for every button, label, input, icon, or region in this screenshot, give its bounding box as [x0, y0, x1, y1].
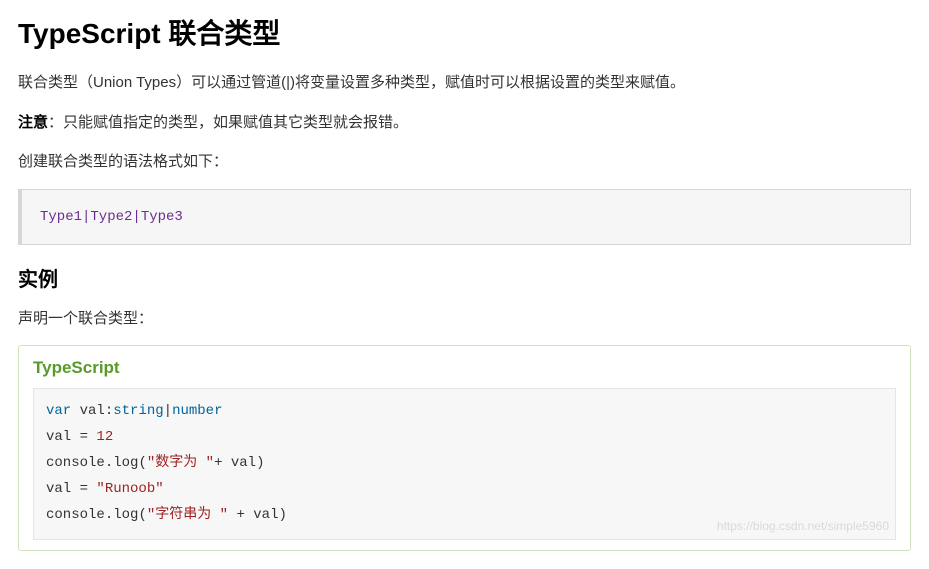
string-literal: "Runoob"	[96, 481, 163, 497]
ident-console: console	[46, 507, 105, 523]
paren-close: )	[278, 507, 286, 523]
paren-close: )	[256, 455, 264, 471]
code-line: val = 12	[46, 425, 883, 451]
equals: =	[80, 429, 97, 445]
dot: .	[105, 507, 113, 523]
colon: :	[105, 403, 113, 419]
code-line: console.log("数字为 "+ val)	[46, 451, 883, 477]
string-literal: "数字为 "	[147, 455, 214, 471]
string-literal: "字符串为 "	[147, 507, 228, 523]
code-line: val = "Runoob"	[46, 477, 883, 503]
paren-open: (	[138, 507, 146, 523]
example-box: TypeScript var val:string|number val = 1…	[18, 345, 911, 550]
example-heading: 实例	[18, 263, 911, 292]
article: TypeScript 联合类型 联合类型（Union Types）可以通过管道(…	[0, 0, 929, 569]
ident: val	[46, 429, 80, 445]
watermark: https://blog.csdn.net/simple5960	[717, 515, 889, 537]
ident: val	[46, 481, 80, 497]
ident-console: console	[46, 455, 105, 471]
syntax-code-block: Type1|Type2|Type3	[18, 189, 911, 245]
keyword-var: var	[46, 403, 71, 419]
plus-expr: + val	[214, 455, 256, 471]
note-label: 注意	[18, 114, 48, 131]
dot: .	[105, 455, 113, 471]
example-box-title: TypeScript	[33, 358, 896, 378]
note-text: ：只能赋值指定的类型，如果赋值其它类型就会报错。	[48, 114, 408, 131]
syntax-code: Type1|Type2|Type3	[40, 209, 183, 225]
page-title: TypeScript 联合类型	[18, 12, 911, 52]
ident: val	[71, 403, 105, 419]
ident-log: log	[113, 455, 138, 471]
pipe: |	[164, 403, 172, 419]
number-literal: 12	[96, 429, 113, 445]
note-paragraph: 注意：只能赋值指定的类型，如果赋值其它类型就会报错。	[18, 110, 911, 136]
example-intro: 声明一个联合类型：	[18, 306, 911, 332]
paren-open: (	[138, 455, 146, 471]
code-line: var val:string|number	[46, 399, 883, 425]
type-number: number	[172, 403, 222, 419]
syntax-paragraph: 创建联合类型的语法格式如下：	[18, 149, 911, 175]
example-code-block: var val:string|number val = 12 console.l…	[33, 388, 896, 539]
plus-expr: + val	[228, 507, 278, 523]
type-string: string	[113, 403, 163, 419]
ident-log: log	[113, 507, 138, 523]
intro-paragraph: 联合类型（Union Types）可以通过管道(|)将变量设置多种类型，赋值时可…	[18, 70, 911, 96]
equals: =	[80, 481, 97, 497]
